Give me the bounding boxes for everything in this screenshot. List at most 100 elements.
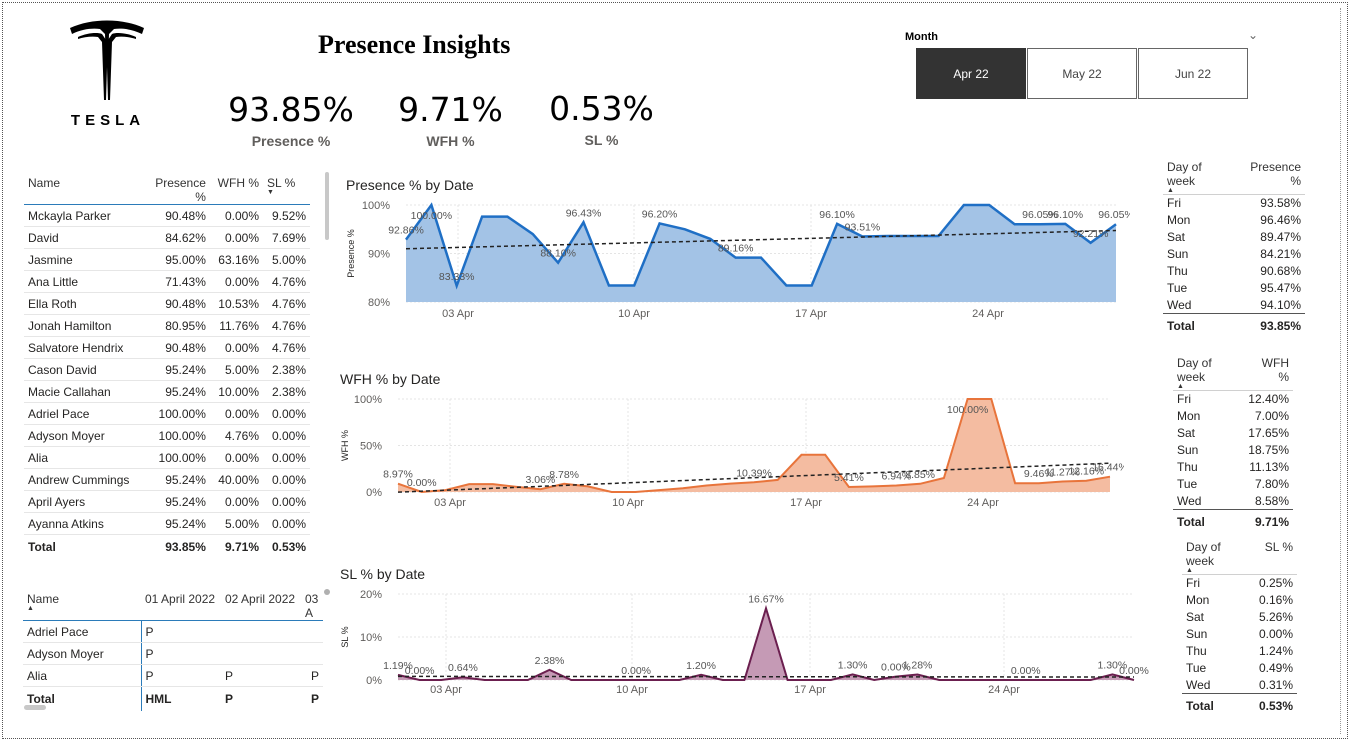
table-row[interactable]: Adriel Pace 100.00% 0.00% 0.00% [24, 402, 310, 425]
col-date[interactable]: 02 April 2022 [221, 592, 301, 621]
table-row[interactable]: Macie Callahan 95.24% 10.00% 2.38% [24, 380, 310, 403]
col-metric[interactable]: Presence % [1234, 160, 1305, 195]
dow-row[interactable]: Sun 84.21% [1163, 246, 1305, 263]
col-name[interactable]: Name ▲ [23, 592, 141, 621]
col-day-of-week[interactable]: Day of week ▲ [1163, 160, 1234, 195]
table-row[interactable]: April Ayers 95.24% 0.00% 0.00% [24, 490, 310, 513]
dow-row[interactable]: Wed 94.10% [1163, 297, 1305, 314]
total-cell: P [310, 691, 319, 706]
table-row[interactable]: Ella Roth 90.48% 10.53% 4.76% [24, 292, 310, 315]
table-cell-value: 2.38% [263, 358, 310, 381]
month-option-jun[interactable]: Jun 22 [1138, 48, 1248, 99]
dow-row[interactable]: Mon 96.46% [1163, 212, 1305, 229]
matrix-row[interactable]: Alia P P P [23, 664, 323, 687]
table-cell-value: 0.00% [209, 270, 263, 293]
table-row[interactable]: Salvatore Hendrix 90.48% 0.00% 4.76% [24, 336, 310, 359]
data-label: 96.10% [819, 209, 855, 221]
table-row[interactable]: Jonah Hamilton 80.95% 11.76% 4.76% [24, 314, 310, 337]
dow-row[interactable]: Thu 11.13% [1173, 459, 1293, 476]
col-name[interactable]: Name [24, 176, 142, 205]
table-row[interactable]: Andrew Cummings 95.24% 40.00% 0.00% [24, 468, 310, 491]
dow-row[interactable]: Sat 5.26% [1182, 609, 1297, 626]
dow-row[interactable]: Wed 8.58% [1173, 493, 1293, 510]
data-label: 16.67% [748, 593, 784, 605]
table-cell-value: 95.24% [142, 380, 210, 403]
data-label: 92.21% [1073, 228, 1109, 240]
chart-title: Presence % by Date [346, 177, 474, 193]
kpi-label: SL % [584, 132, 619, 148]
month-option-may[interactable]: May 22 [1027, 48, 1137, 99]
dow-day: Wed [1167, 297, 1192, 312]
dow-value: 0.25% [1258, 576, 1293, 591]
dow-row[interactable]: Sat 89.47% [1163, 229, 1305, 246]
y-tick-label: 100% [354, 394, 382, 406]
chevron-down-icon[interactable]: ⌄ [1248, 28, 1258, 42]
dow-header-row: Day of week ▲ SL % [1182, 540, 1297, 575]
col-day-of-week[interactable]: Day of week ▲ [1173, 356, 1244, 391]
dow-day: Thu [1177, 460, 1198, 474]
dow-row[interactable]: Sat 17.65% [1173, 425, 1293, 442]
dow-row[interactable]: Tue 95.47% [1163, 280, 1305, 297]
x-tick-label: 10 Apr [618, 308, 650, 320]
col-date[interactable]: 01 April 2022 [141, 592, 221, 621]
y-axis-label: SL % [340, 626, 350, 647]
dow-value: 7.80% [1254, 477, 1289, 491]
month-option-apr[interactable]: Apr 22 [916, 48, 1026, 99]
dow-day: Fri [1177, 392, 1191, 407]
col-metric[interactable]: WFH % [1244, 356, 1293, 391]
table-row[interactable]: Ana Little 71.43% 0.00% 4.76% [24, 270, 310, 293]
matrix-row[interactable]: Adriel Pace P [23, 620, 323, 643]
matrix-row-name: Alia [23, 664, 141, 687]
dow-value: 0.31% [1258, 677, 1293, 692]
table-cell-value: 100.00% [142, 402, 210, 425]
table-row[interactable]: Adyson Moyer 100.00% 4.76% 0.00% [24, 424, 310, 447]
table-cell-value: 90.48% [142, 292, 210, 315]
matrix-row-name: Adriel Pace [23, 620, 141, 643]
dow-row[interactable]: Tue 7.80% [1173, 476, 1293, 493]
col-day-label: Day of week [1177, 356, 1212, 384]
sl-chart[interactable]: 20%10%0%SL %1.19%0.00% 0.64%2.38%0.00% 1.2… [334, 585, 1149, 700]
dow-row[interactable]: Fri 12.40% [1173, 391, 1293, 408]
dow-row[interactable]: Thu 90.68% [1163, 263, 1305, 280]
col-metric[interactable]: SL % [1255, 540, 1297, 575]
table-row[interactable]: Mckayla Parker 90.48% 0.00% 9.52% [24, 204, 310, 227]
table-cell-value: 95.24% [142, 358, 210, 381]
table-cell-value: 0.00% [209, 446, 263, 469]
dow-row[interactable]: Thu 1.24% [1182, 643, 1297, 660]
dow-value: 17.65% [1248, 426, 1289, 440]
dow-row[interactable]: Fri 93.58% [1163, 195, 1305, 212]
wfh-chart[interactable]: 100%50%0%WFH %8.97%0.00% 3.06%8.78% 10.39%… [334, 390, 1124, 515]
dow-value: 89.47% [1260, 230, 1301, 244]
table-row[interactable]: Jasmine 95.00% 63.16% 5.00% [24, 248, 310, 271]
table-row[interactable]: David 84.62% 0.00% 7.69% [24, 226, 310, 249]
data-label: 5.41% [834, 472, 864, 484]
table-scrollbar[interactable] [325, 172, 329, 240]
table-cell-name: Cason David [24, 358, 143, 381]
y-tick-label: 0% [366, 675, 382, 687]
dow-row[interactable]: Sun 18.75% [1173, 442, 1293, 459]
dow-row[interactable]: Mon 7.00% [1173, 408, 1293, 425]
table-row[interactable]: Alia 100.00% 0.00% 0.00% [24, 446, 310, 469]
dow-row[interactable]: Sun 0.00% [1182, 626, 1297, 643]
total-value: 93.85% [1233, 313, 1305, 338]
col-wfh[interactable]: WFH % [210, 176, 263, 205]
matrix-cell [221, 642, 301, 665]
kpi-sl: 0.53% SL % [544, 89, 659, 148]
col-day-of-week[interactable]: Day of week ▲ [1182, 540, 1255, 575]
matrix-scrollbar[interactable] [24, 705, 46, 710]
matrix-scroll-handle[interactable] [324, 589, 330, 595]
col-presence[interactable]: Presence % [142, 176, 209, 205]
col-date[interactable]: 03 A [301, 592, 323, 621]
x-tick-label: 10 Apr [612, 497, 644, 509]
col-sl[interactable]: SL % ▼ [263, 176, 310, 205]
dow-value: 18.75% [1248, 443, 1289, 457]
col-sl-label: SL % [267, 176, 296, 190]
dow-row[interactable]: Fri 0.25% [1182, 575, 1297, 592]
dow-row[interactable]: Wed 0.31% [1182, 677, 1297, 694]
table-row[interactable]: Cason David 95.24% 5.00% 2.38% [24, 358, 310, 381]
dow-row[interactable]: Mon 0.16% [1182, 592, 1297, 609]
matrix-row[interactable]: Adyson Moyer P [23, 642, 323, 665]
dow-row[interactable]: Tue 0.49% [1182, 660, 1297, 677]
table-row[interactable]: Ayanna Atkins 95.24% 5.00% 0.00% [24, 512, 310, 535]
presence-chart[interactable]: 100% 90% 80% Presence % 92.86% 100.00% 83.33% 8… [340, 195, 1130, 325]
